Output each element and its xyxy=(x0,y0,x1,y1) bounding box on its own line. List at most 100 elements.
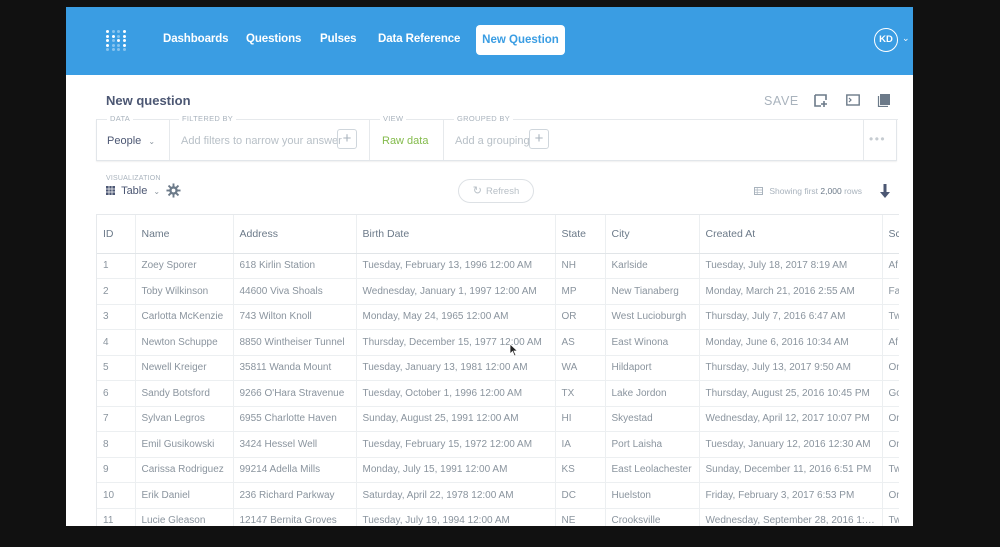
table-cell[interactable]: Tuesday, July 19, 1994 12:00 AM xyxy=(356,508,556,526)
column-header-birth-date[interactable]: Birth Date xyxy=(356,215,556,254)
table-cell[interactable]: 9 xyxy=(97,457,136,483)
nav-pulses[interactable]: Pulses xyxy=(320,33,357,45)
save-button[interactable]: SAVE xyxy=(764,94,799,108)
table-cell[interactable]: 6 xyxy=(97,380,136,407)
table-cell[interactable]: Emil Gusikowski xyxy=(135,431,234,458)
table-cell[interactable]: Sunday, December 11, 2016 6:51 PM xyxy=(699,457,883,483)
table-cell[interactable]: HI xyxy=(555,406,606,432)
table-cell[interactable]: 6955 Charlotte Haven xyxy=(233,406,357,432)
nav-dashboards[interactable]: Dashboards xyxy=(163,33,229,45)
table-cell[interactable]: On xyxy=(882,406,899,432)
table-cell[interactable]: Huelston xyxy=(605,482,700,509)
table-cell[interactable]: Tuesday, February 15, 1972 12:00 AM xyxy=(356,431,556,458)
table-cell[interactable]: WA xyxy=(555,355,606,381)
table-cell[interactable]: AS xyxy=(555,329,606,356)
table-cell[interactable]: KS xyxy=(555,457,606,483)
table-cell[interactable]: New Tianaberg xyxy=(605,278,700,305)
new-question-button[interactable]: New Question xyxy=(476,25,565,55)
table-cell[interactable]: Sunday, August 25, 1991 12:00 AM xyxy=(356,406,556,432)
column-header-name[interactable]: Name xyxy=(135,215,234,254)
metabase-logo-icon[interactable] xyxy=(106,30,128,52)
table-cell[interactable]: On xyxy=(882,355,899,381)
table-cell[interactable]: 1 xyxy=(97,253,136,279)
table-cell[interactable]: Thursday, July 13, 2017 9:50 AM xyxy=(699,355,883,381)
table-cell[interactable]: Karlside xyxy=(605,253,700,279)
table-cell[interactable]: Tuesday, July 18, 2017 8:19 AM xyxy=(699,253,883,279)
table-cell[interactable]: OR xyxy=(555,304,606,330)
table-cell[interactable]: 5 xyxy=(97,355,136,381)
table-cell[interactable]: 9266 O'Hara Stravenue xyxy=(233,380,357,407)
table-cell[interactable]: Port Laisha xyxy=(605,431,700,458)
table-cell[interactable]: On xyxy=(882,431,899,458)
table-row[interactable]: 8 Emil Gusikowski 3424 Hessel Well Tuesday,… xyxy=(97,431,899,458)
table-cell[interactable]: Hildaport xyxy=(605,355,700,381)
table-cell[interactable]: Thursday, December 15, 1977 12:00 AM xyxy=(356,329,556,356)
table-cell[interactable]: Fa xyxy=(882,278,899,305)
table-row[interactable]: 3 Carlotta McKenzie 743 Wilton Knoll Monday… xyxy=(97,304,899,330)
table-row[interactable]: 2 Toby Wilkinson 44600 Viva Shoals Wednesda… xyxy=(97,278,899,305)
data-reference-icon[interactable] xyxy=(877,93,891,107)
table-cell[interactable]: West Lucioburgh xyxy=(605,304,700,330)
table-cell[interactable]: Tuesday, February 13, 1996 12:00 AM xyxy=(356,253,556,279)
table-cell[interactable]: MP xyxy=(555,278,606,305)
visualization-select[interactable]: Table ⌄ xyxy=(106,185,160,197)
table-cell[interactable]: 44600 Viva Shoals xyxy=(233,278,357,305)
download-icon[interactable] xyxy=(878,183,892,199)
table-cell[interactable]: Monday, March 21, 2016 2:55 AM xyxy=(699,278,883,305)
table-cell[interactable]: Wednesday, January 1, 1997 12:00 AM xyxy=(356,278,556,305)
table-row[interactable]: 9 Carissa Rodriguez 99214 Adella Mills Mond… xyxy=(97,457,899,483)
table-cell[interactable]: 12147 Bernita Groves xyxy=(233,508,357,526)
table-cell[interactable]: 10 xyxy=(97,482,136,509)
table-cell[interactable]: 8850 Wintheiser Tunnel xyxy=(233,329,357,356)
table-cell[interactable]: 11 xyxy=(97,508,136,526)
column-header-address[interactable]: Address xyxy=(233,215,357,254)
table-cell[interactable]: Skyestad xyxy=(605,406,700,432)
table-cell[interactable]: 7 xyxy=(97,406,136,432)
table-cell[interactable]: Sandy Botsford xyxy=(135,380,234,407)
refresh-button[interactable]: ↻ Refresh xyxy=(458,179,534,203)
table-cell[interactable]: Lucie Gleason xyxy=(135,508,234,526)
table-cell[interactable]: Af xyxy=(882,329,899,356)
nav-questions[interactable]: Questions xyxy=(246,33,301,45)
table-cell[interactable]: 2 xyxy=(97,278,136,305)
table-cell[interactable]: East Leolachester xyxy=(605,457,700,483)
user-avatar[interactable]: KD xyxy=(874,28,898,52)
table-cell[interactable]: Monday, June 6, 2016 10:34 AM xyxy=(699,329,883,356)
add-grouping-placeholder[interactable]: Add a grouping xyxy=(455,135,530,147)
table-cell[interactable]: Thursday, July 7, 2016 6:47 AM xyxy=(699,304,883,330)
table-cell[interactable]: 8 xyxy=(97,431,136,458)
gear-icon[interactable] xyxy=(166,183,181,198)
table-cell[interactable]: Tuesday, January 13, 1981 12:00 AM xyxy=(356,355,556,381)
table-cell[interactable]: Crooksville xyxy=(605,508,700,526)
column-header-sc[interactable]: Sc xyxy=(882,215,899,254)
column-header-city[interactable]: City xyxy=(605,215,700,254)
table-row[interactable]: 1 Zoey Sporer 618 Kirlin Station Tuesday, F… xyxy=(97,253,899,279)
table-cell[interactable]: 3 xyxy=(97,304,136,330)
add-filter-button[interactable]: + xyxy=(337,129,357,149)
nav-data-reference[interactable]: Data Reference xyxy=(378,33,460,45)
table-cell[interactable]: Lake Jordon xyxy=(605,380,700,407)
table-cell[interactable]: Monday, July 15, 1991 12:00 AM xyxy=(356,457,556,483)
table-row[interactable]: 11 Lucie Gleason 12147 Bernita Groves Tuesd… xyxy=(97,508,899,526)
table-row[interactable]: 5 Newell Kreiger 35811 Wanda Mount Tuesday,… xyxy=(97,355,899,381)
more-options-icon[interactable]: ••• xyxy=(869,132,886,146)
add-grouping-button[interactable]: + xyxy=(529,129,549,149)
table-cell[interactable]: Carlotta McKenzie xyxy=(135,304,234,330)
column-header-id[interactable]: ID xyxy=(97,215,136,254)
table-cell[interactable]: Zoey Sporer xyxy=(135,253,234,279)
table-cell[interactable]: Af xyxy=(882,253,899,279)
table-cell[interactable]: 35811 Wanda Mount xyxy=(233,355,357,381)
sql-editor-icon[interactable] xyxy=(846,93,860,107)
table-row[interactable]: 4 Newton Schuppe 8850 Wintheiser Tunnel Thu… xyxy=(97,329,899,356)
table-cell[interactable]: Tuesday, January 12, 2016 12:30 AM xyxy=(699,431,883,458)
table-row[interactable]: 10 Erik Daniel 236 Richard Parkway Saturday… xyxy=(97,482,899,509)
table-cell[interactable]: Newell Kreiger xyxy=(135,355,234,381)
table-row[interactable]: 7 Sylvan Legros 6955 Charlotte Haven Sunday… xyxy=(97,406,899,432)
table-cell[interactable]: Tw xyxy=(882,304,899,330)
table-cell[interactable]: 236 Richard Parkway xyxy=(233,482,357,509)
table-cell[interactable]: Tuesday, October 1, 1996 12:00 AM xyxy=(356,380,556,407)
add-to-dashboard-icon[interactable] xyxy=(814,93,828,107)
add-filter-placeholder[interactable]: Add filters to narrow your answer xyxy=(181,135,342,147)
table-cell[interactable]: 99214 Adella Mills xyxy=(233,457,357,483)
table-cell[interactable]: NE xyxy=(555,508,606,526)
